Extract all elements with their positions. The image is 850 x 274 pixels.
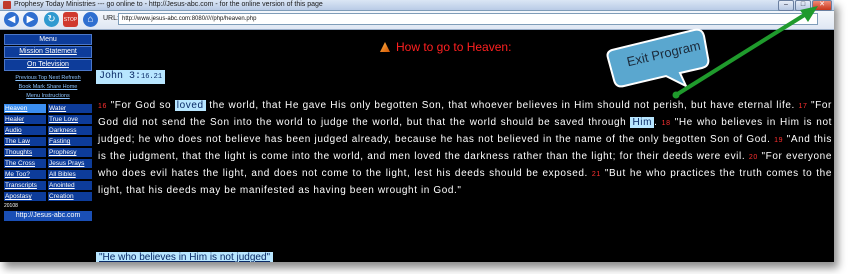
close-button[interactable]: ✕ <box>812 0 832 11</box>
menu-item-me-too[interactable]: Me Too? <box>4 170 46 179</box>
menu-item-the-law[interactable]: The Law <box>4 137 46 146</box>
menu-item-the-cross[interactable]: The Cross <box>4 159 46 168</box>
menu-instructions-link[interactable]: Menu Instructions <box>4 92 92 101</box>
side-menu: Menu Mission Statement On Television Pre… <box>4 34 92 221</box>
home-icon: ⌂ <box>87 14 94 25</box>
refresh-icon: ↻ <box>47 14 56 25</box>
site-link[interactable]: http://Jesus-abc.com <box>4 211 92 221</box>
window-title: Prophesy Today Ministries --- go online … <box>14 1 323 8</box>
verse-number: 16 <box>98 103 107 110</box>
reference-verses: 16.21 <box>141 73 163 81</box>
menu-item-water[interactable]: Water <box>48 104 92 113</box>
stop-button[interactable]: STOP <box>63 12 78 27</box>
highlighted-word[interactable]: loved <box>174 100 206 111</box>
verse-number: 18 <box>661 120 671 127</box>
title-bar: Prophesy Today Ministries --- go online … <box>0 0 834 11</box>
verse-number: 20 <box>748 154 758 161</box>
menu-item-transcripts[interactable]: Transcripts <box>4 181 46 190</box>
menu-item-darkness[interactable]: Darkness <box>48 126 92 135</box>
menu-item-true-love[interactable]: True Love <box>48 115 92 124</box>
menu-item-fasting[interactable]: Fasting <box>48 137 92 146</box>
window-controls: ‒ □ ✕ <box>778 0 832 11</box>
nav-links-row-2[interactable]: Book Mark Share Home <box>4 83 92 92</box>
menu-item-apostasy[interactable]: Apostasy <box>4 192 46 201</box>
scripture-reference: John 3:16.21 <box>96 70 166 84</box>
on-television-link[interactable]: On Television <box>4 59 92 71</box>
app-icon <box>3 1 11 9</box>
verse-segment: the world, that He gave His only begotte… <box>205 100 799 111</box>
page-title: How to go to Heaven: <box>380 40 511 54</box>
page-title-text: How to go to Heaven: <box>396 40 512 54</box>
forward-button[interactable]: ▶ <box>23 12 38 27</box>
verse-number: 21 <box>591 171 601 178</box>
mission-statement-link[interactable]: Mission Statement <box>4 46 92 58</box>
verse-text: 16 "For God so loved the world, that He … <box>98 98 832 199</box>
menu-item-creation[interactable]: Creation <box>48 192 92 201</box>
nav-links-row-1[interactable]: Previous Top Next Refresh <box>4 74 92 83</box>
menu-item-thoughts[interactable]: Thoughts <box>4 148 46 157</box>
maximize-button[interactable]: □ <box>795 0 811 11</box>
back-button[interactable]: ◀ <box>4 12 19 27</box>
home-button[interactable]: ⌂ <box>83 12 98 27</box>
url-input[interactable] <box>118 13 818 25</box>
reference-book: John 3: <box>99 71 142 82</box>
quote-link[interactable]: "He who believes in Him is not judged" <box>96 252 274 262</box>
refresh-button[interactable]: ↻ <box>44 12 59 27</box>
menu-header: Menu <box>4 34 92 45</box>
flame-icon <box>380 42 390 52</box>
exit-program-callout: Exit Program <box>606 28 710 88</box>
menu-grid: Heaven Water Healer True Love Audio Dark… <box>4 104 92 201</box>
back-arrow-icon: ◀ <box>7 14 16 25</box>
menu-item-anointed[interactable]: Anointed <box>48 181 92 190</box>
url-label: URL: <box>103 15 119 22</box>
minimize-button[interactable]: ‒ <box>778 0 794 11</box>
menu-item-audio[interactable]: Audio <box>4 126 46 135</box>
visitor-stamp: 20108 <box>4 203 18 209</box>
menu-item-heaven[interactable]: Heaven <box>4 104 46 113</box>
menu-item-all-bibles[interactable]: All Bibles <box>48 170 92 179</box>
forward-arrow-icon: ▶ <box>26 14 35 25</box>
menu-item-prophesy[interactable]: Prophesy <box>48 148 92 157</box>
highlighted-word[interactable]: Him <box>630 117 655 128</box>
menu-item-healer[interactable]: Healer <box>4 115 46 124</box>
menu-item-jesus-prays[interactable]: Jesus Prays <box>48 159 92 168</box>
verse-segment: "For God so <box>110 100 175 111</box>
verse-segment: . <box>654 117 662 128</box>
verse-number: 19 <box>774 137 784 144</box>
stop-icon: STOP <box>63 16 78 23</box>
